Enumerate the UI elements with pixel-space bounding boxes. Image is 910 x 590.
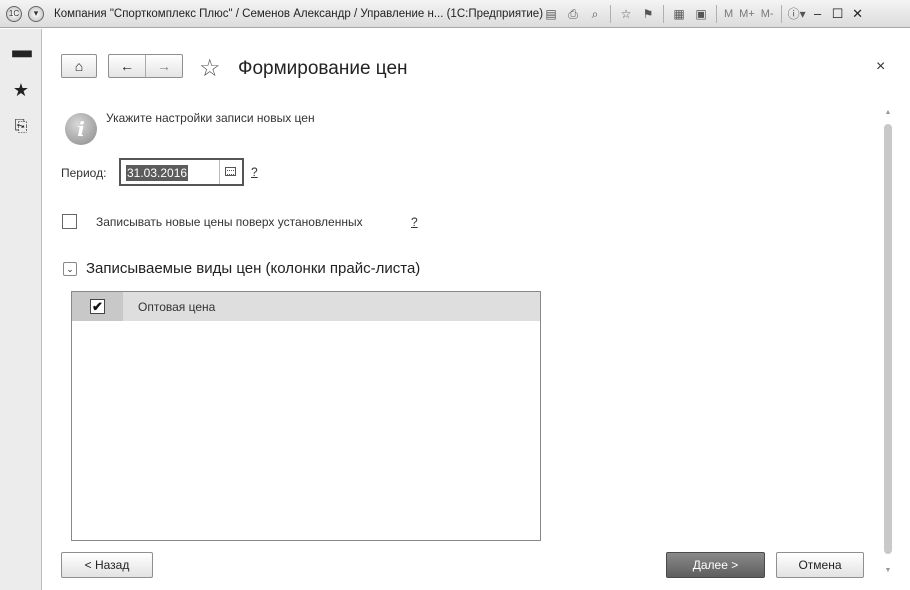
close-window-button[interactable]: ✕ bbox=[848, 6, 868, 22]
toolbar-divider bbox=[663, 4, 664, 23]
info-icon[interactable]: ⓘ▾ bbox=[788, 5, 806, 23]
home-button[interactable]: ⌂ bbox=[61, 54, 97, 78]
price-type-checkbox[interactable]: ✔ bbox=[90, 299, 105, 314]
toolbar-divider bbox=[610, 4, 611, 23]
field-divider bbox=[219, 160, 220, 184]
cancel-button[interactable]: Отмена bbox=[776, 552, 864, 578]
home-icon: ⌂ bbox=[74, 58, 84, 74]
maximize-button[interactable]: ☐ bbox=[828, 6, 848, 22]
minimize-button[interactable]: – bbox=[808, 6, 828, 21]
table-row[interactable]: ✔ Оптовая цена bbox=[72, 292, 540, 321]
preview-icon[interactable]: ⌕ bbox=[586, 5, 604, 23]
memory-minus-button[interactable]: M- bbox=[761, 8, 774, 20]
favorite-star-icon[interactable]: ☆ bbox=[199, 54, 221, 83]
check-cell: ✔ bbox=[72, 292, 123, 321]
close-form-button[interactable]: × bbox=[876, 58, 885, 76]
info-icon: i bbox=[65, 113, 97, 145]
overwrite-checkbox[interactable] bbox=[62, 214, 77, 229]
history-icon[interactable]: ⎘ bbox=[11, 117, 31, 137]
history-nav: ← → bbox=[108, 54, 183, 78]
period-label: Период: bbox=[61, 166, 107, 180]
period-input[interactable]: 31.03.2016 bbox=[119, 158, 244, 186]
calendar-icon[interactable]: ▣ bbox=[692, 5, 710, 23]
main-menu-icon[interactable]: ▾ bbox=[28, 5, 44, 22]
window-toolbar: ▤ ⎙ ⌕ ☆ ⚑ ▦ ▣ M M+ M- ⓘ▾ – ☐ ✕ bbox=[540, 4, 868, 23]
period-value[interactable]: 31.03.2016 bbox=[126, 165, 189, 181]
bookmark-icon[interactable]: ⚑ bbox=[639, 5, 657, 23]
forward-arrow-button[interactable]: → bbox=[146, 55, 182, 77]
favorite-add-icon[interactable]: ☆ bbox=[617, 5, 635, 23]
form-area: ⌂ ← → ☆ Формирование цен × i Укажите нас… bbox=[43, 29, 910, 590]
period-help-link[interactable]: ? bbox=[251, 165, 258, 179]
scrollbar-thumb[interactable] bbox=[884, 124, 892, 554]
save-icon[interactable]: ▤ bbox=[542, 5, 560, 23]
calculator-icon[interactable]: ▦ bbox=[670, 5, 688, 23]
info-message: Укажите настройки записи новых цен bbox=[106, 111, 315, 125]
price-type-name: Оптовая цена bbox=[138, 300, 216, 314]
page-title: Формирование цен bbox=[238, 58, 408, 79]
1c-logo-icon[interactable]: 1С bbox=[6, 5, 22, 22]
back-arrow-button[interactable]: ← bbox=[109, 55, 146, 77]
apps-grid-icon[interactable]: ■■■ bbox=[11, 43, 32, 63]
overwrite-help-link[interactable]: ? bbox=[411, 215, 418, 229]
toolbar-divider bbox=[716, 4, 717, 23]
collapse-group-toggle[interactable]: ⌄ bbox=[63, 262, 77, 276]
overwrite-label[interactable]: Записывать новые цены поверх установленн… bbox=[96, 215, 363, 229]
price-types-table[interactable]: ✔ Оптовая цена bbox=[71, 291, 541, 541]
favorites-star-icon[interactable]: ★ bbox=[11, 80, 31, 100]
back-button[interactable]: < Назад bbox=[61, 552, 153, 578]
next-button[interactable]: Далее > bbox=[666, 552, 765, 578]
print-icon[interactable]: ⎙ bbox=[564, 5, 582, 23]
memory-m-button[interactable]: M bbox=[724, 8, 733, 20]
window-title: Компания "Спорткомплекс Плюс" / Семенов … bbox=[54, 7, 544, 20]
calendar-picker-icon[interactable] bbox=[225, 167, 236, 176]
scroll-down-icon[interactable]: ▼ bbox=[883, 567, 893, 574]
scroll-up-icon[interactable]: ▲ bbox=[883, 109, 893, 116]
memory-plus-button[interactable]: M+ bbox=[739, 8, 755, 20]
sections-panel: ■■■ ★ ⎘ bbox=[0, 29, 42, 590]
group-title[interactable]: Записываемые виды цен (колонки прайс-лис… bbox=[86, 260, 420, 277]
toolbar-divider bbox=[780, 4, 782, 23]
window-titlebar: 1С ▾ Компания "Спорткомплекс Плюс" / Сем… bbox=[0, 0, 910, 28]
